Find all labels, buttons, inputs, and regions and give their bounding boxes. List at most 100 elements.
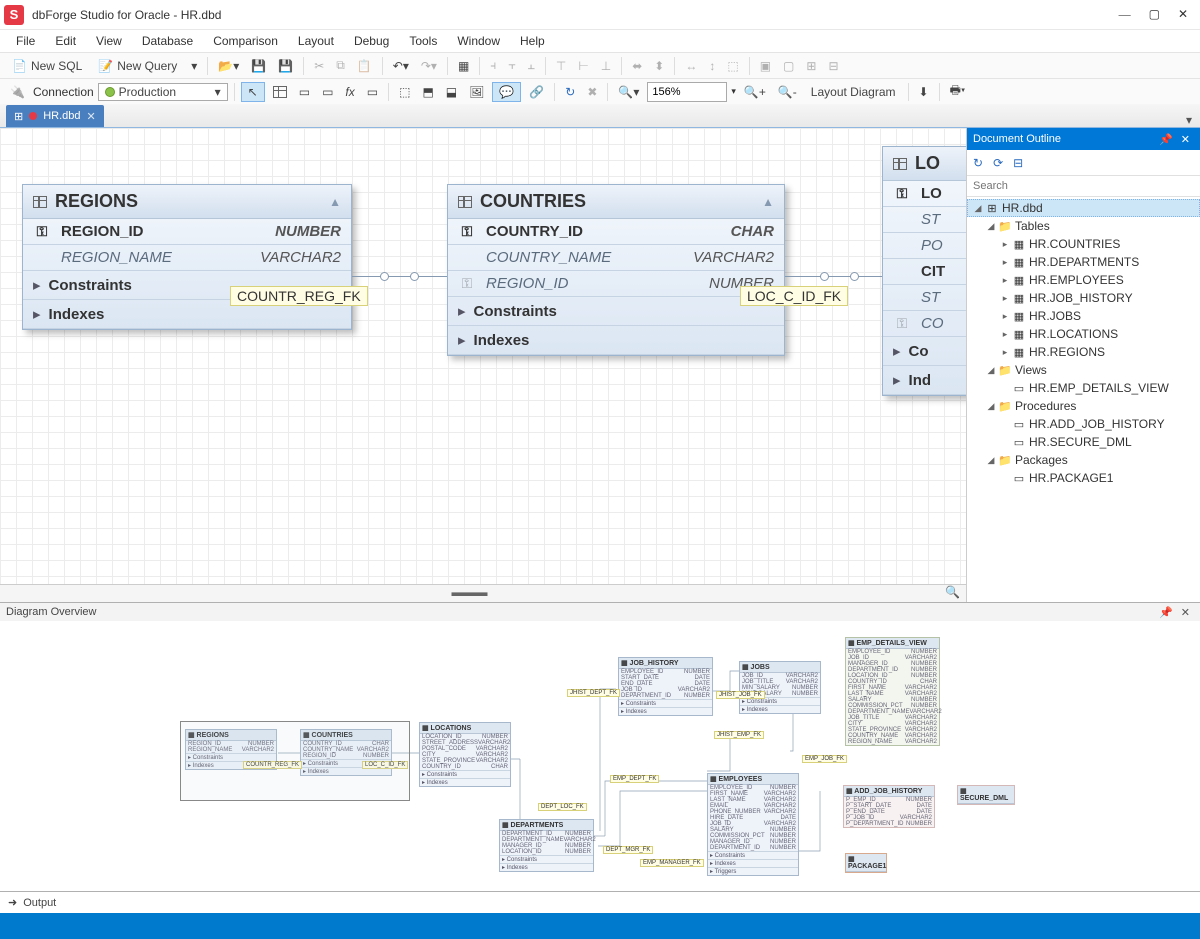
tree-node[interactable]: ◢📁Views bbox=[967, 361, 1200, 379]
overview-viewport[interactable] bbox=[180, 721, 410, 801]
paste-button[interactable]: 📋 bbox=[353, 57, 376, 75]
overview-pin-button[interactable]: 📌 bbox=[1155, 606, 1177, 619]
align-middle-icon[interactable]: ⊢ bbox=[574, 57, 592, 75]
print-button[interactable]: 🖶▾ bbox=[946, 79, 970, 104]
mini-entity[interactable]: ▦ EMPLOYEESEMPLOYEE_IDNUMBERFIRST_NAMEVA… bbox=[707, 773, 799, 876]
send-back-icon[interactable]: ▢ bbox=[779, 57, 798, 75]
menu-view[interactable]: View bbox=[88, 32, 130, 50]
relation-label-loc-c-id[interactable]: LOC_C_ID_FK bbox=[740, 286, 848, 306]
export-button[interactable]: ⬇ bbox=[915, 83, 933, 101]
tree-node[interactable]: ▸▦HR.EMPLOYEES bbox=[967, 271, 1200, 289]
menu-file[interactable]: File bbox=[8, 32, 43, 50]
layout-diagram-button[interactable]: Layout Diagram bbox=[805, 83, 902, 101]
redo-button[interactable]: ↷▾ bbox=[417, 57, 441, 75]
comment-tool-button[interactable]: 💬 bbox=[492, 82, 521, 102]
tree-node[interactable]: ▭HR.SECURE_DML bbox=[967, 433, 1200, 451]
same-width-icon[interactable]: ↔ bbox=[681, 57, 701, 75]
new-sql-button[interactable]: 📄 New SQL bbox=[6, 57, 88, 75]
package-tool-button[interactable]: ▭ bbox=[363, 83, 382, 101]
align-bottom-icon[interactable]: ⊥ bbox=[597, 57, 615, 75]
tree-node[interactable]: ◢📁Procedures bbox=[967, 397, 1200, 415]
same-height-icon[interactable]: ↕ bbox=[705, 57, 719, 75]
bring-front-icon[interactable]: ▣ bbox=[756, 57, 775, 75]
entity-locations[interactable]: LO LO ST PO CIT ST CO ▸Co ▸Ind bbox=[882, 146, 967, 396]
entity-regions[interactable]: REGIONS▲ REGION_IDNUMBER REGION_NAMEVARC… bbox=[22, 184, 352, 330]
outline-close-button[interactable]: ✕ bbox=[1177, 133, 1194, 146]
menu-edit[interactable]: Edit bbox=[47, 32, 84, 50]
diagram-canvas[interactable]: REGIONS▲ REGION_IDNUMBER REGION_NAMEVARC… bbox=[0, 128, 966, 602]
connection-dropdown[interactable]: Production ▾ bbox=[98, 83, 228, 101]
refresh-button[interactable]: ↻ bbox=[561, 83, 579, 101]
undo-button[interactable]: ↶▾ bbox=[389, 57, 413, 75]
stamp-tool-button[interactable]: ⬓ bbox=[442, 83, 461, 101]
mini-entity[interactable]: ▦ PACKAGE1 bbox=[845, 853, 887, 873]
delete-button[interactable]: ✖ bbox=[583, 83, 601, 101]
tab-hr-dbd[interactable]: ⊞ HR.dbd ✕ bbox=[6, 105, 104, 127]
distribute-h-icon[interactable]: ⬌ bbox=[628, 57, 646, 75]
mini-entity[interactable]: ▦ DEPARTMENTSDEPARTMENT_IDNUMBERDEPARTME… bbox=[499, 819, 594, 872]
collapse-icon[interactable]: ▲ bbox=[329, 195, 341, 209]
mini-entity[interactable]: ▦ ADD_JOB_HISTORYP_EMP_IDNUMBERP_START_D… bbox=[843, 785, 935, 828]
menu-tools[interactable]: Tools bbox=[401, 32, 445, 50]
minimize-button[interactable]: — bbox=[1119, 7, 1131, 22]
scrollbar-h[interactable]: ▬▬▬ bbox=[0, 585, 939, 602]
outline-collapse-button[interactable]: ⊟ bbox=[1013, 156, 1023, 170]
group-icon[interactable]: ⊞ bbox=[802, 57, 820, 75]
menu-help[interactable]: Help bbox=[512, 32, 553, 50]
tree-node[interactable]: ◢⊞HR.dbd bbox=[967, 199, 1200, 217]
tab-close-button[interactable]: ✕ bbox=[87, 110, 96, 123]
align-center-icon[interactable]: ⫟ bbox=[504, 56, 519, 75]
zoom-in-button[interactable]: 🔍+ bbox=[740, 83, 770, 101]
distribute-v-icon[interactable]: ⬍ bbox=[650, 57, 668, 75]
maximize-button[interactable]: ▢ bbox=[1149, 7, 1160, 22]
menu-debug[interactable]: Debug bbox=[346, 32, 397, 50]
zoom-input[interactable] bbox=[647, 82, 727, 102]
grid-icon[interactable]: ▦ bbox=[454, 57, 473, 75]
relation-tool-button[interactable]: ▭ bbox=[318, 83, 337, 101]
new-dropdown-button[interactable]: ▾ bbox=[187, 57, 201, 75]
outline-pin-button[interactable]: 📌 bbox=[1155, 133, 1177, 146]
mini-entity[interactable]: ▦ JOBSJOB_IDVARCHAR2JOB_TITLEVARCHAR2MIN… bbox=[739, 661, 821, 714]
mini-entity[interactable]: ▦ LOCATIONSLOCATION_IDNUMBERSTREET_ADDRE… bbox=[419, 722, 511, 787]
container-tool-button[interactable]: ⬚ bbox=[395, 83, 414, 101]
note-tool-button[interactable]: ⬒ bbox=[418, 83, 437, 101]
outline-refresh-button[interactable]: ↻ bbox=[973, 156, 983, 170]
output-bar[interactable]: ➜ Output bbox=[0, 891, 1200, 913]
menu-window[interactable]: Window bbox=[449, 32, 508, 50]
outline-search-input[interactable] bbox=[967, 176, 1200, 197]
tree-node[interactable]: ▭HR.ADD_JOB_HISTORY bbox=[967, 415, 1200, 433]
ungroup-icon[interactable]: ⊟ bbox=[824, 57, 842, 75]
entity-countries[interactable]: COUNTRIES▲ COUNTRY_IDCHAR COUNTRY_NAMEVA… bbox=[447, 184, 785, 356]
tree-node[interactable]: ▭HR.EMP_DETAILS_VIEW bbox=[967, 379, 1200, 397]
tree-node[interactable]: ▸▦HR.DEPARTMENTS bbox=[967, 253, 1200, 271]
new-query-button[interactable]: 📝 New Query bbox=[92, 57, 183, 75]
tabs-overflow-button[interactable]: ▾ bbox=[1178, 113, 1200, 127]
open-button[interactable]: 📂▾ bbox=[214, 57, 243, 75]
align-left-icon[interactable]: ⫞ bbox=[486, 56, 500, 75]
cut-button[interactable]: ✂ bbox=[310, 57, 328, 75]
save-all-button[interactable]: 💾 bbox=[274, 57, 297, 75]
tree-node[interactable]: ▸▦HR.REGIONS bbox=[967, 343, 1200, 361]
mini-entity[interactable]: ▦ EMP_DETAILS_VIEWEMPLOYEE_IDNUMBERJOB_I… bbox=[845, 637, 940, 746]
link-tool-button[interactable]: 🔗 bbox=[525, 83, 548, 101]
mini-entity[interactable]: ▦ SECURE_DML bbox=[957, 785, 1015, 805]
tree-node[interactable]: ▸▦HR.LOCATIONS bbox=[967, 325, 1200, 343]
tree-node[interactable]: ◢📁Tables bbox=[967, 217, 1200, 235]
close-button[interactable]: ✕ bbox=[1178, 7, 1188, 22]
outline-sync-button[interactable]: ⟳ bbox=[993, 156, 1003, 170]
tree-node[interactable]: ▸▦HR.JOBS bbox=[967, 307, 1200, 325]
overview-close-button[interactable]: ✕ bbox=[1177, 606, 1194, 619]
zoom-tool-button[interactable]: 🔍▾ bbox=[614, 83, 643, 101]
pointer-tool-button[interactable]: ↖ bbox=[241, 82, 265, 102]
menu-layout[interactable]: Layout bbox=[290, 32, 342, 50]
zoom-canvas-button[interactable]: 🔍 bbox=[939, 585, 966, 602]
overview-canvas[interactable]: ▦ REGIONSREGION_IDNUMBERREGION_NAMEVARCH… bbox=[0, 621, 1200, 891]
menu-database[interactable]: Database bbox=[134, 32, 201, 50]
tree-node[interactable]: ▭HR.PACKAGE1 bbox=[967, 469, 1200, 487]
collapse-icon[interactable]: ▲ bbox=[762, 195, 774, 209]
zoom-out-button[interactable]: 🔍- bbox=[774, 83, 801, 101]
save-button[interactable]: 💾 bbox=[247, 57, 270, 75]
tree-node[interactable]: ▸▦HR.COUNTRIES bbox=[967, 235, 1200, 253]
tree-node[interactable]: ◢📁Packages bbox=[967, 451, 1200, 469]
connection-icon[interactable]: 🔌 bbox=[6, 83, 29, 101]
